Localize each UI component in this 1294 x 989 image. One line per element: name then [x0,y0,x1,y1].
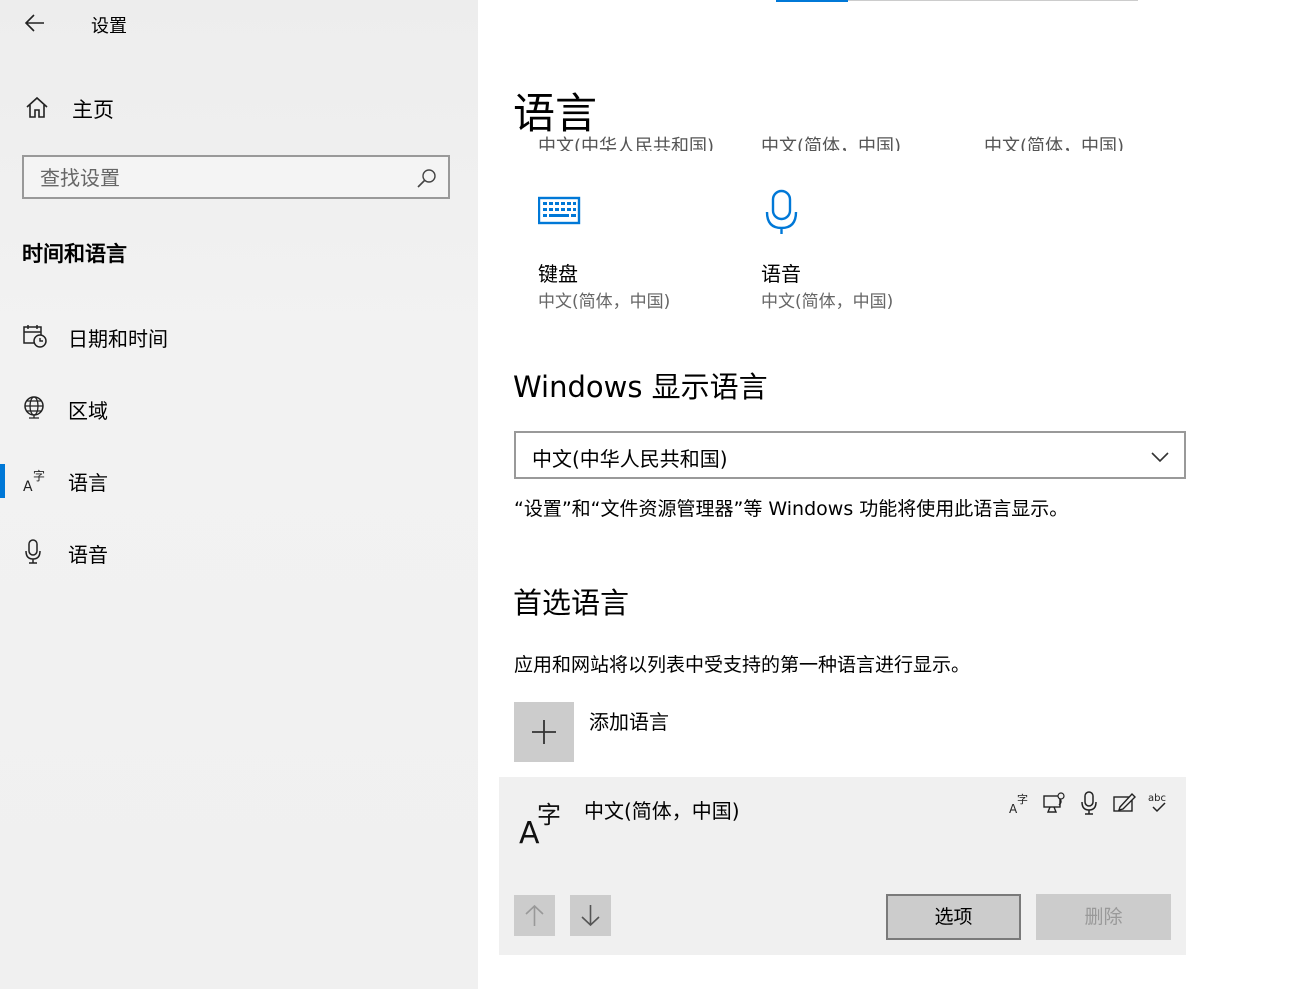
language-list-item[interactable]: A 字 中文(简体，中国) A 字 abc 选项 删除 [499,777,1186,955]
sidebar-item-region[interactable]: 区域 [0,386,478,432]
text-to-speech-icon [1043,792,1065,813]
search-input[interactable] [38,163,412,193]
sidebar-item-language[interactable]: A 字 语言 [0,458,478,504]
arrow-down-icon [581,905,600,927]
clipped-tile-subtitle: 中文(简体，中国) [761,136,902,151]
tile-keyboard[interactable]: 键盘 中文(简体，中国) [538,188,738,318]
microphone-icon [765,189,798,234]
add-language-label[interactable]: 添加语言 [589,706,669,735]
app-title: 设置 [91,16,127,37]
sidebar-item-label: 日期和时间 [68,327,168,351]
tile-title: 键盘 [538,262,578,286]
tile-speech[interactable]: 语音 中文(简体，中国) [761,188,961,318]
svg-text:字: 字 [33,468,45,483]
speech-recognition-icon [1081,791,1097,815]
search-icon[interactable] [416,167,438,189]
language-name: 中文(简体，中国) [584,799,740,823]
handwriting-icon [1113,792,1136,812]
spell-check-icon: abc [1148,793,1166,813]
tile-subtitle: 中文(简体，中国) [761,292,894,312]
sidebar: 设置 主页 时间和语言 日期和时间 区域 A [0,0,478,989]
move-up-button[interactable] [514,895,555,936]
nav-home[interactable]: 主页 [22,90,462,128]
sidebar-item-label: 区域 [68,399,108,423]
globe-icon [24,396,44,419]
svg-text:字: 字 [537,801,561,829]
sidebar-item-date-time[interactable]: 日期和时间 [0,314,478,360]
home-icon [26,96,48,118]
language-icon: A 字 [23,468,45,493]
section-title: 时间和语言 [22,242,127,266]
options-button[interactable]: 选项 [886,894,1021,940]
remove-button[interactable]: 删除 [1036,894,1171,940]
preferred-languages-heading: 首选语言 [513,586,630,620]
display-language-icon: A 字 [1009,792,1028,815]
display-language-select[interactable]: 中文(中华人民共和国) [514,431,1186,479]
sidebar-item-speech[interactable]: 语音 [0,530,478,576]
preferred-languages-description: 应用和网站将以列表中受支持的第一种语言进行显示。 [514,654,971,676]
display-language-description: “设置”和“文件资源管理器”等 Windows 功能将使用此语言显示。 [514,498,1069,520]
language-icon: A 字 [519,801,561,847]
tile-subtitle: 中文(简体，中国) [538,292,671,312]
sidebar-item-label: 语言 [68,471,108,495]
sidebar-item-label: 语音 [68,543,108,567]
move-down-button[interactable] [570,895,611,936]
spell-check-text: abc [1148,793,1166,804]
nav-home-label: 主页 [72,98,114,122]
display-language-heading: Windows 显示语言 [513,370,768,404]
microphone-icon [25,539,41,564]
arrow-up-icon [525,904,544,926]
tile-title: 语音 [761,262,801,286]
search-box[interactable] [22,155,450,199]
svg-text:A: A [23,479,33,493]
keyboard-icon [538,196,581,225]
clipped-tile-subtitle: 中文(简体，中国) [984,136,1125,151]
back-arrow-icon[interactable] [22,10,48,36]
svg-text:字: 字 [1017,792,1028,806]
scroll-track [848,0,1138,1]
scroll-indicator [776,0,848,2]
clipped-tile-subtitle: 中文(中华人民共和国) [538,136,715,151]
clipped-tile-row: 中文(中华人民共和国) 中文(简体，中国) 中文(简体，中国) [510,128,1190,151]
plus-icon [532,720,556,744]
add-language-button[interactable] [514,702,574,762]
calendar-clock-icon [23,325,47,348]
display-language-value: 中文(中华人民共和国) [532,447,728,471]
chevron-down-icon [1151,452,1169,463]
